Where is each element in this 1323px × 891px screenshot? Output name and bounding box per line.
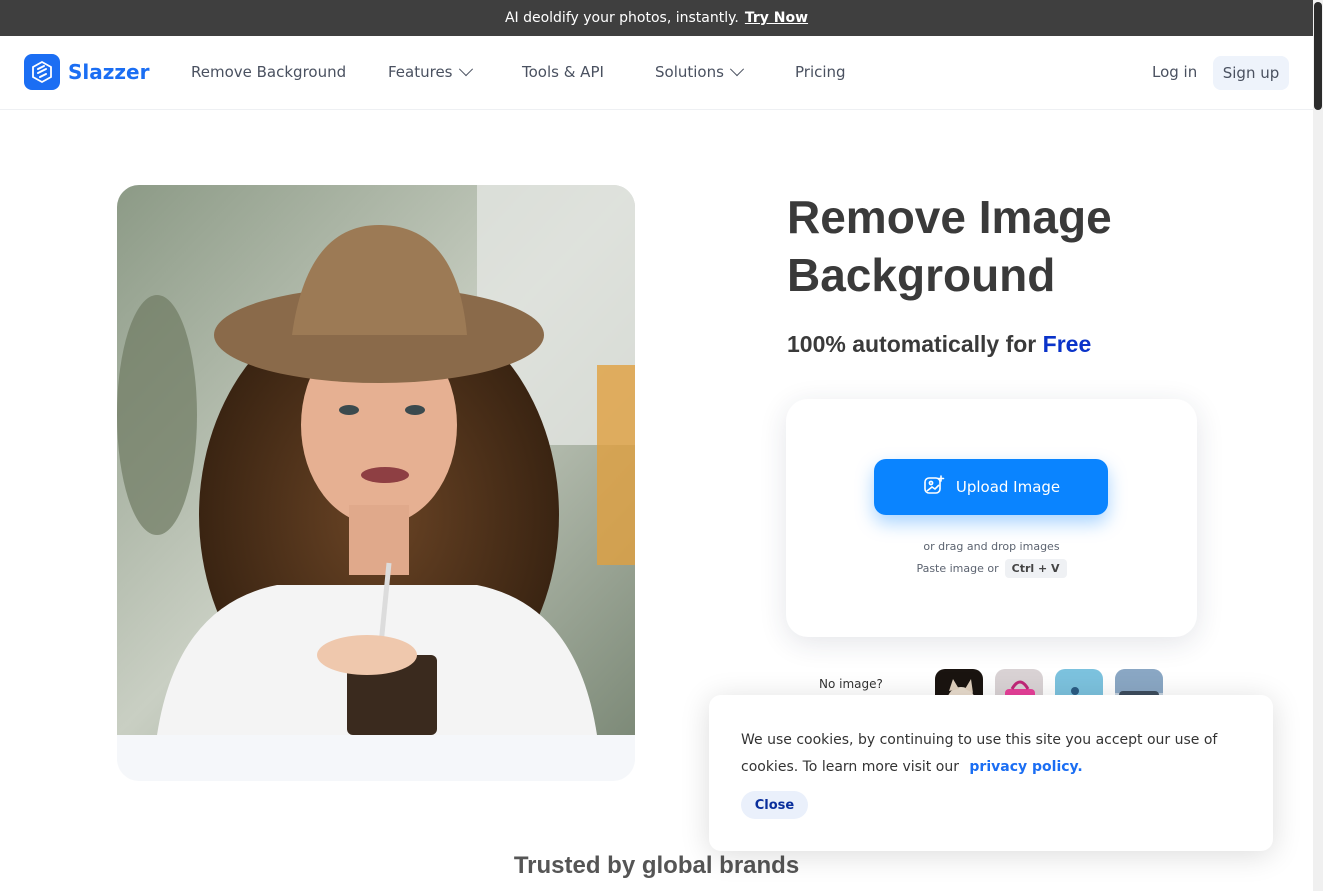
free-highlight: Free [1042,331,1092,357]
cookie-banner: We use cookies, by continuing to use thi… [709,695,1273,851]
nav-solutions[interactable]: Solutions [655,62,744,81]
upload-image-button[interactable]: Upload Image [874,459,1108,515]
trusted-heading: Trusted by global brands [513,852,800,879]
brand-name: Slazzer [68,60,150,84]
slazzer-logo-icon [24,54,60,90]
nav-pricing[interactable]: Pricing [795,63,846,81]
paste-hint: Paste image or Ctrl + V [786,559,1197,578]
hero-image-card [117,185,635,781]
nav-remove-background[interactable]: Remove Background [191,63,346,81]
drag-drop-hint: or drag and drop images [923,540,1060,553]
announcement-bar: AI deoldify your photos, instantly. Try … [0,0,1313,36]
chevron-down-icon [458,62,473,77]
main-nav: Slazzer Remove Background Features Tools… [0,36,1313,110]
paste-shortcut-badge: Ctrl + V [1004,559,1067,578]
nav-tools-api[interactable]: Tools & API [522,63,604,81]
try-now-link[interactable]: Try Now [745,10,808,26]
image-upload-icon [922,473,946,501]
login-link[interactable]: Log in [1152,63,1197,81]
announcement-text: AI deoldify your photos, instantly. [504,10,739,26]
chevron-down-icon [729,62,744,77]
nav-features[interactable]: Features [388,62,473,81]
page-scrollbar[interactable] [1313,0,1323,891]
scrollbar-thumb[interactable] [1314,2,1322,110]
logo[interactable]: Slazzer [24,54,149,90]
cookie-close-button[interactable]: Close [741,791,808,819]
signup-button[interactable]: Sign up [1213,56,1289,90]
hero-subtitle: 100% automatically for Free [787,331,1092,357]
privacy-policy-link[interactable]: privacy policy. [969,759,1082,775]
no-image-label: No image? [819,677,883,691]
cookie-message: We use cookies, by continuing to use thi… [741,732,1218,775]
upload-dropzone[interactable]: Upload Image or drag and drop images Pas… [786,399,1197,637]
page-title: Remove Image Background [787,191,1112,301]
hero-photo [117,185,635,735]
